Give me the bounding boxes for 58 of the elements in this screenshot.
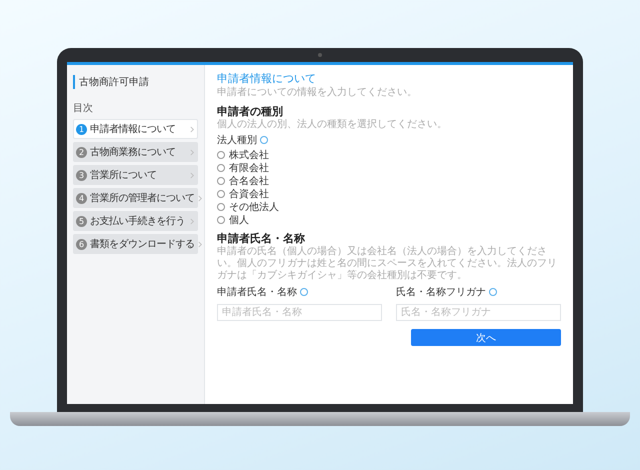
- radio-label: 合名会社: [229, 174, 269, 188]
- field-label: 氏名・名称フリガナ: [396, 286, 486, 299]
- radio-button[interactable]: [217, 202, 225, 210]
- step-label: 営業所について: [90, 168, 156, 182]
- section-heading: 申請者の種別: [217, 104, 284, 118]
- page-title: 申請者情報について: [217, 71, 317, 86]
- chevron-icon: [190, 148, 195, 156]
- radio-button[interactable]: [217, 150, 225, 158]
- step-label: お支払い手続きを行う: [90, 214, 185, 228]
- step-label: 申請者情報について: [90, 122, 176, 136]
- field-label: 申請者氏名・名称: [217, 286, 297, 299]
- step-number: 1: [76, 124, 87, 134]
- input-field[interactable]: 氏名・名称フリガナ: [396, 304, 561, 321]
- radio-option[interactable]: 合名会社: [217, 174, 561, 187]
- step-label: 営業所の管理者について: [90, 192, 194, 205]
- step-number: 2: [76, 146, 87, 158]
- chevron-icon: [198, 240, 202, 248]
- camera-icon: [318, 53, 322, 57]
- section-description: 個人の法人の別、法人の種類を選択してください。: [217, 119, 448, 131]
- step-item[interactable]: 5 お支払い手続きを行う: [73, 211, 198, 231]
- section-heading: 申請者氏名・名称: [217, 231, 306, 246]
- step-number: 6: [76, 238, 87, 250]
- page-description: 申請者についての情報を入力してください。: [217, 87, 418, 99]
- step-item[interactable]: 3 営業所について: [73, 165, 198, 185]
- radio-option[interactable]: 個人: [217, 213, 561, 226]
- radio-option[interactable]: 合資会社: [217, 187, 561, 200]
- step-number: 5: [76, 216, 87, 226]
- radio-option[interactable]: その他法人: [217, 200, 561, 213]
- toc-label: 目次: [73, 102, 94, 115]
- info-icon: [300, 288, 308, 296]
- next-button[interactable]: 次へ: [411, 329, 561, 346]
- radio-label: 個人: [229, 214, 249, 226]
- field-label: 法人種別: [217, 134, 257, 147]
- radio-button[interactable]: [217, 176, 225, 184]
- step-label: 書類をダウンロードする: [90, 238, 194, 251]
- radio-label: 株式会社: [229, 148, 269, 162]
- radio-button[interactable]: [217, 190, 225, 198]
- info-icon: [489, 288, 497, 296]
- chevron-icon: [198, 194, 202, 202]
- info-icon: [260, 136, 268, 144]
- chevron-icon: [190, 172, 195, 178]
- section-description: 申請者の氏名（個人の場合）又は会社名（法人の場合）を入力してください。個人のフリガナは姓と名の間にスペースを入れてください。法人のフリガナは「カブシキガイシャ」等の会社種別は不要です。: [217, 246, 558, 282]
- chevron-icon: [190, 126, 195, 132]
- step-number: 4: [76, 192, 87, 204]
- radio-button[interactable]: [217, 216, 225, 224]
- radio-option[interactable]: 有限会社: [217, 161, 561, 174]
- input-field[interactable]: 申請者氏名・名称: [217, 304, 382, 321]
- radio-option[interactable]: 株式会社: [217, 148, 561, 161]
- radio-label: その他法人: [229, 200, 279, 214]
- chevron-icon: [190, 218, 195, 224]
- step-label: 古物商業務について: [90, 146, 176, 159]
- radio-button[interactable]: [217, 164, 225, 172]
- step-item[interactable]: 2 古物商業務について: [73, 142, 198, 162]
- sidebar-title: 古物商許可申請: [73, 75, 198, 89]
- radio-label: 合資会社: [229, 188, 269, 200]
- step-item[interactable]: 1 申請者情報について: [73, 119, 198, 139]
- step-number: 3: [76, 170, 87, 180]
- radio-label: 有限会社: [229, 162, 269, 174]
